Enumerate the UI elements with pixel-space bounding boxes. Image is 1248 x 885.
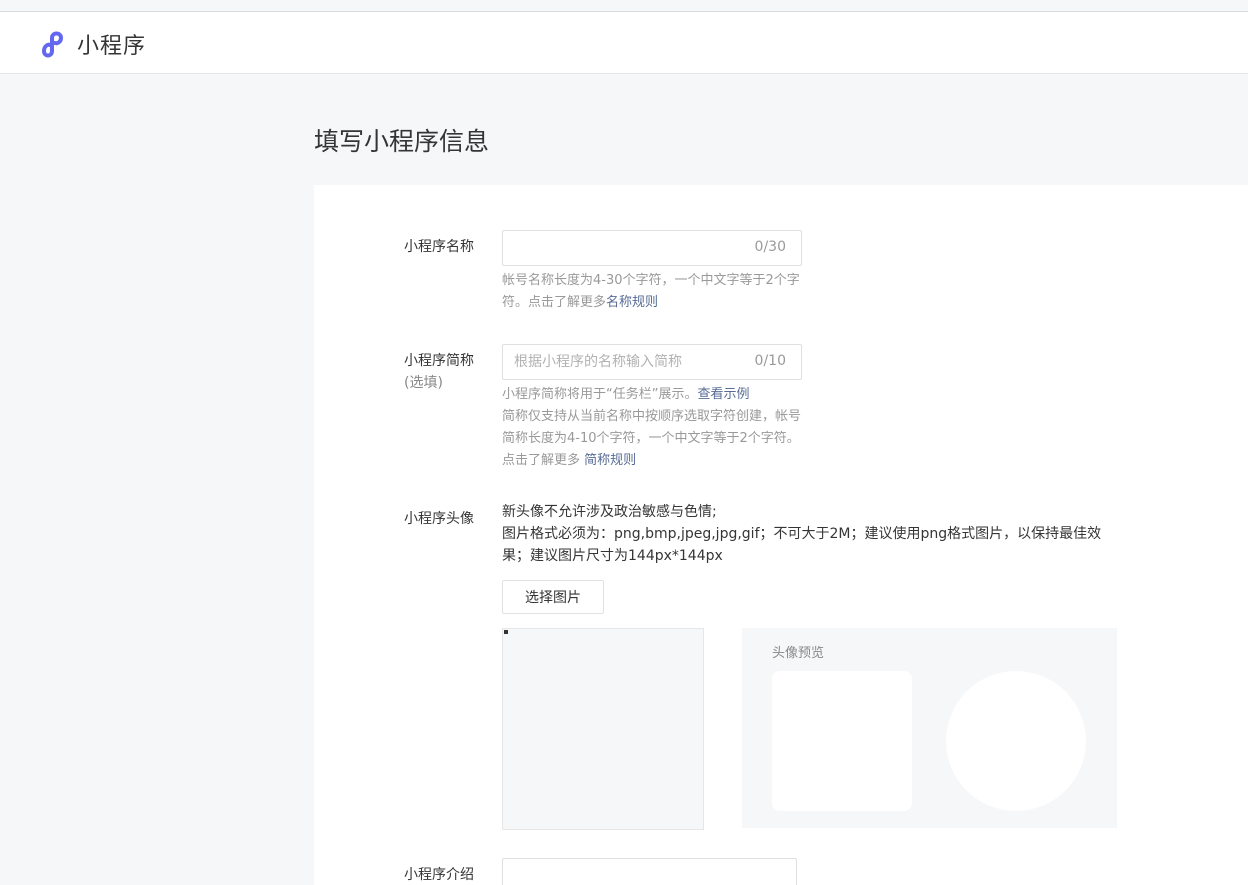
mini-program-link-icon <box>42 31 63 58</box>
avatar-label: 小程序头像 <box>404 508 474 530</box>
avatar-label-text: 小程序头像 <box>404 511 474 527</box>
avatar-preview-title: 头像预览 <box>772 646 825 661</box>
avatar-desc-line1: 新头像不允许涉及政治敏感与色情; <box>502 504 717 520</box>
top-border <box>0 0 1248 12</box>
intro-label: 小程序介绍 <box>404 864 474 885</box>
avatar-desc-line2: 图片格式必须为：png,bmp,jpeg,jpg,gif；不可大于2M；建议使用… <box>502 526 1102 564</box>
avatar-description: 新头像不允许涉及政治敏感与色情; 图片格式必须为：png,bmp,jpeg,jp… <box>502 501 1112 567</box>
short-name-input-box: 0/10 <box>502 344 802 380</box>
short-name-tip-text: 简称仅支持从当前名称中按顺序选取字符创建，帐号简称长度为4-10个字符，一个中文… <box>502 409 802 468</box>
name-counter: 0/30 <box>754 239 786 255</box>
name-rules-link[interactable]: 名称规则 <box>606 295 658 310</box>
image-crop-area[interactable] <box>502 628 704 830</box>
short-name-input[interactable] <box>503 345 733 379</box>
name-input[interactable] <box>503 231 733 265</box>
name-tip: 帐号名称长度为4-30个字符，一个中文字等于2个字符。点击了解更多名称规则 <box>502 270 802 314</box>
name-input-box: 0/30 <box>502 230 802 266</box>
header: 小程序 <box>0 12 1248 74</box>
intro-label-text: 小程序介绍 <box>404 867 474 883</box>
select-image-button[interactable]: 选择图片 <box>502 580 604 614</box>
short-name-tip: 小程序简称将用于“任务栏”展示。查看示例 简称仅支持从当前名称中按顺序选取字符创… <box>502 384 802 472</box>
page-title: 填写小程序信息 <box>314 127 490 156</box>
logo[interactable]: 小程序 <box>36 28 146 60</box>
crop-handle[interactable] <box>504 630 508 634</box>
form-card: 小程序名称 0/30 帐号名称长度为4-30个字符，一个中文字等于2个字符。点击… <box>314 185 1248 885</box>
short-name-counter: 0/10 <box>754 353 786 369</box>
short-name-tip-line1: 小程序简称将用于“任务栏”展示。 <box>502 387 698 402</box>
view-example-link[interactable]: 查看示例 <box>697 387 749 402</box>
logo-text: 小程序 <box>77 34 147 59</box>
avatar-preview-circle <box>946 671 1086 811</box>
short-name-rules-link[interactable]: 简称规则 <box>584 453 636 468</box>
name-label-text: 小程序名称 <box>404 239 474 255</box>
avatar-preview-square <box>772 671 912 811</box>
short-name-label-text: 小程序简称 <box>404 353 474 369</box>
short-name-optional: (选填) <box>404 375 443 391</box>
intro-textarea[interactable] <box>502 858 797 885</box>
avatar-preview: 头像预览 <box>742 628 1117 828</box>
name-label: 小程序名称 <box>404 236 474 258</box>
short-name-label: 小程序简称 (选填) <box>404 350 474 394</box>
